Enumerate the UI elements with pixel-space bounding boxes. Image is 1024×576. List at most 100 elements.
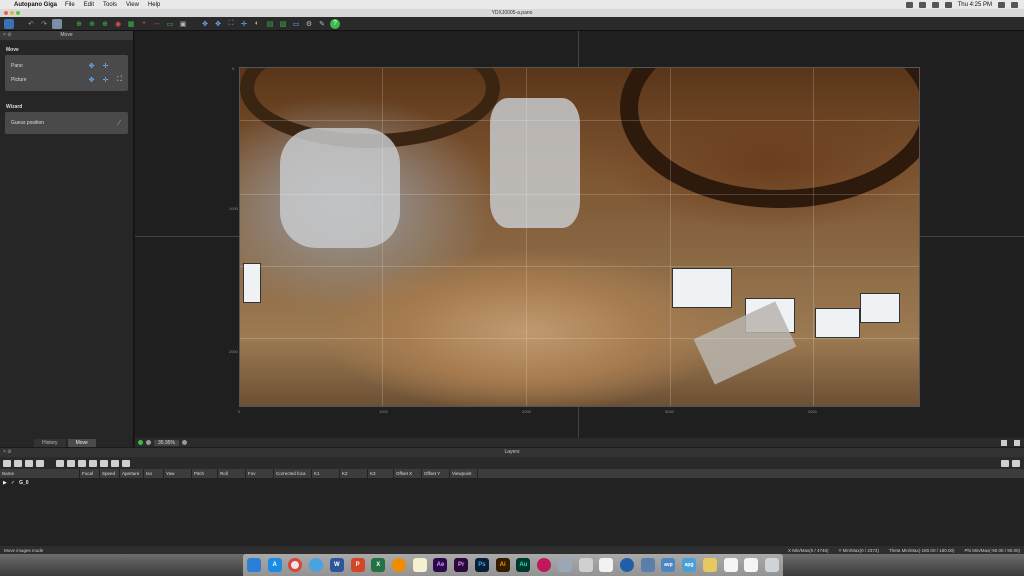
layers-tool-9-icon[interactable] [100,459,108,467]
layers-view-1-icon[interactable] [1001,459,1009,467]
tab-history[interactable]: History [34,439,66,447]
volume-icon[interactable] [931,1,939,8]
straighten-icon[interactable]: ▭ [165,19,175,29]
control-points-icon[interactable]: ⊕ [74,19,84,29]
layers-tool-5-icon[interactable] [56,459,64,467]
zoom-out-icon[interactable] [146,440,151,445]
aftereffects-icon[interactable]: Ae [433,558,448,572]
safari-icon[interactable] [309,558,324,572]
layers-tool-2-icon[interactable] [14,459,22,467]
masks-icon[interactable]: ▧ [278,19,288,29]
zoom-in-icon[interactable] [181,440,187,445]
col-corrected-focal[interactable]: Corrected foca [274,469,312,478]
spotlight-icon[interactable] [998,1,1005,8]
col-k2[interactable]: K2 [340,469,368,478]
menu-file[interactable]: File [65,2,75,8]
powerpoint-icon[interactable]: P [350,558,365,572]
menu-clock[interactable]: Thu 4:25 PM [958,2,992,8]
folder-icon[interactable] [702,558,717,572]
layers-tool-10-icon[interactable] [111,459,119,467]
photoshop-icon[interactable]: Ps [474,558,489,572]
horizon-icon[interactable]: ⊕ [87,19,97,29]
picture-rotate-icon[interactable]: ✛ [101,76,110,85]
expand-arrow-icon[interactable]: ▶ [3,480,7,486]
layers-tool-7-icon[interactable] [78,459,86,467]
render-icon[interactable] [52,18,62,29]
grid-view-icon[interactable] [1001,439,1007,446]
gopro-icon[interactable] [640,558,655,572]
move-pano-icon[interactable]: ✥ [200,19,210,29]
col-k3[interactable]: K3 [368,469,394,478]
magic-wand-icon[interactable]: ⁄ [115,119,124,128]
layers-view-2-icon[interactable] [1012,459,1020,467]
document2-icon[interactable] [744,558,759,572]
picture-move-icon[interactable]: ✥ [87,76,96,85]
help-icon[interactable]: ? [330,18,340,29]
layers-icon[interactable]: ▤ [265,19,275,29]
layout-icon[interactable] [1014,439,1020,446]
horizontal-line-icon[interactable]: ↔ [152,19,162,29]
menu-app-name[interactable]: Autopano Giga [14,2,57,8]
photos-icon[interactable] [599,558,614,572]
tools-wrench-icon[interactable]: ✎ [317,19,327,29]
word-icon[interactable]: W [329,558,344,572]
menu-view[interactable]: View [126,2,139,8]
color-wheel-icon[interactable]: ◐ [252,19,262,29]
battery-icon[interactable] [944,1,952,8]
autopano-giga-icon[interactable]: apg [682,558,697,572]
preview-icon[interactable]: ▭ [291,19,301,29]
col-offset-y[interactable]: Offset Y [422,469,450,478]
autopano-video-icon[interactable]: avp [661,558,676,572]
close-window-icon[interactable] [4,11,8,15]
notes-icon[interactable] [412,558,427,572]
layer-visible-checkbox[interactable]: ✓ [11,480,15,486]
quicktime-icon[interactable] [619,558,634,572]
fit-icon[interactable]: ▣ [178,19,188,29]
col-name[interactable]: Name [0,469,80,478]
move-image-icon[interactable]: ✥ [213,19,223,29]
scale-icon[interactable]: ⛶ [226,19,236,29]
layers-close-icon[interactable]: × ⊘ [3,448,12,457]
trash-icon[interactable] [764,558,779,572]
redo-icon[interactable]: ↷ [39,19,49,29]
layers-tool-6-icon[interactable] [67,459,75,467]
panel-close-icon[interactable]: × ⊘ [3,31,12,40]
document-icon[interactable] [723,558,738,572]
panorama-image[interactable] [239,67,920,407]
col-focal[interactable]: Focal [80,469,100,478]
picture-scale-icon[interactable]: ⛶ [115,76,124,85]
davinci-icon[interactable] [537,558,552,572]
col-k1[interactable]: K1 [312,469,340,478]
autopano-icon[interactable] [578,558,593,572]
center-icon[interactable]: + [139,19,149,29]
pano-move-icon[interactable]: ✥ [87,62,96,71]
layers-tool-3-icon[interactable] [25,459,33,467]
color-correction-icon[interactable]: ◉ [113,19,123,29]
dropbox-icon[interactable] [905,1,913,8]
layers-tool-8-icon[interactable] [89,459,97,467]
layers-tool-11-icon[interactable] [122,459,130,467]
minimize-window-icon[interactable] [10,11,14,15]
wifi-icon[interactable] [918,1,926,8]
guess-position-row[interactable]: Guess position ⁄ [9,116,124,130]
panorama-editor[interactable]: 0 1000 2000 3000 4000 0 1000 2000 [135,31,1024,438]
col-viewpoint[interactable]: Viewpoint [450,469,478,478]
chrome-icon[interactable] [288,558,303,572]
menu-edit[interactable]: Edit [84,2,94,8]
pano-rotate-icon[interactable]: ✛ [101,62,110,71]
col-aperture[interactable]: Aperture [120,469,144,478]
layers-tool-4-icon[interactable] [36,459,44,467]
settings-gear-icon[interactable]: ⚙ [304,19,314,29]
col-roll[interactable]: Roll [218,469,246,478]
col-yaw[interactable]: Yaw [164,469,192,478]
zoom-window-icon[interactable] [16,11,20,15]
audition-icon[interactable]: Au [516,558,531,572]
illustrator-icon[interactable]: Ai [495,558,510,572]
col-fov[interactable]: Fov [246,469,274,478]
tab-move[interactable]: Move [67,439,96,447]
premiere-icon[interactable]: Pr [454,558,469,572]
col-pitch[interactable]: Pitch [192,469,218,478]
finder-icon[interactable] [247,558,261,572]
col-iso[interactable]: Iso [144,469,164,478]
layers-tool-1-icon[interactable] [3,459,11,467]
